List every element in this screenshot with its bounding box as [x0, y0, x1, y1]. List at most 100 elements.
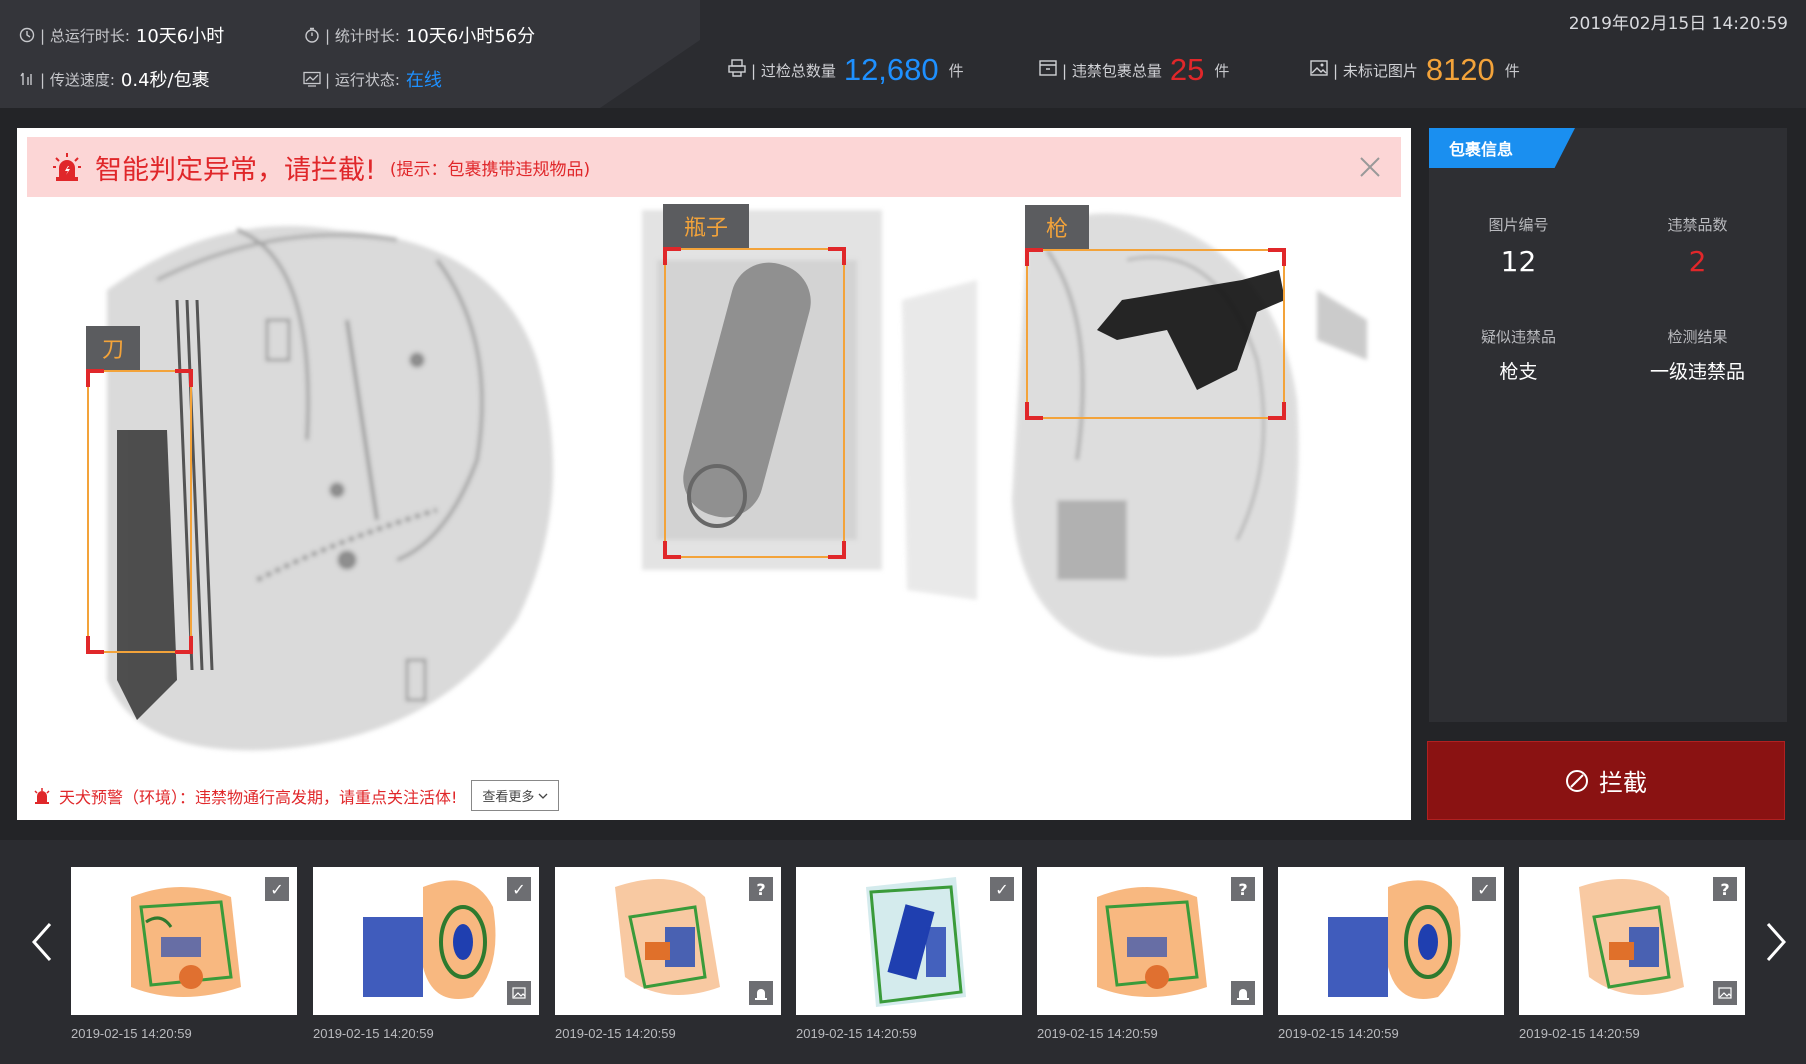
status-label: | 运行状态: [325, 70, 400, 89]
detection-box-gun[interactable] [1025, 248, 1286, 420]
xray-thumbnail [615, 879, 720, 995]
thumbnail-date: 2019-02-15 14:20:59 [1519, 1026, 1640, 1041]
thumbnail-7[interactable]: ? [1519, 867, 1745, 1015]
siren-icon [1231, 981, 1255, 1005]
contraband-count: 违禁品数 2 [1608, 214, 1787, 278]
environment-warning: 天犬预警（环境）：违禁物通行高发期，请重点关注活体! 查看更多 [33, 780, 560, 811]
package-info-panel: 包裹信息 图片编号 12 违禁品数 2 疑似违禁品 枪支 检测结果 一级违禁品 [1429, 128, 1787, 722]
chevron-down-icon [538, 793, 548, 799]
inspected-total: | 过检总数量 12,680 件 [727, 52, 964, 88]
check-icon: ✓ [507, 877, 531, 901]
siren-icon [53, 153, 81, 181]
thumbnail-5[interactable]: ? [1037, 867, 1263, 1015]
siren-icon [34, 787, 50, 804]
thumbnail-6[interactable]: ✓ [1278, 867, 1504, 1015]
detection-label-knife: 刀 [86, 326, 140, 370]
detection-box-bottle[interactable] [663, 247, 846, 559]
xray-viewer: 智能判定异常，请拦截! (提示：包裹携带违规物品) 刀 瓶子 枪 天犬预警（环境… [17, 128, 1411, 820]
total-runtime: | 总运行时长: 10天6小时 [18, 22, 224, 48]
speed-label: | 传送速度: [40, 70, 115, 89]
thumbnail-3[interactable]: ? [555, 867, 781, 1015]
panel-tab[interactable]: 包裹信息 [1429, 128, 1575, 168]
unmarked-total: | 未标记图片 8120 件 [1309, 52, 1520, 88]
xray-thumbnail [866, 877, 966, 1007]
detection-result-label: 检测结果 [1667, 328, 1728, 346]
package-icon [1038, 58, 1058, 82]
siren-icon [749, 981, 773, 1005]
thumbnail-1[interactable]: ✓ [71, 867, 297, 1015]
contraband-count-label: 违禁品数 [1667, 216, 1728, 234]
warning-text: 天犬预警（环境）：违禁物通行高发期，请重点关注活体! [59, 787, 458, 807]
xray-thumbnail [1097, 887, 1207, 997]
clock-icon [18, 26, 36, 44]
thumbnail-2[interactable]: ✓ [313, 867, 539, 1015]
thumbnail-date: 2019-02-15 14:20:59 [555, 1026, 676, 1041]
view-more-label: 查看更多 [482, 790, 535, 805]
stat-duration: | 统计时长: 10天6小时56分 [303, 22, 535, 48]
view-more-button[interactable]: 查看更多 [471, 780, 560, 811]
inspected-unit: 件 [948, 61, 964, 80]
current-datetime: 2019年02月15日 14:20:59 [1568, 14, 1788, 34]
question-icon: ? [749, 877, 773, 901]
contraband-total: | 违禁包裹总量 25 件 [1038, 52, 1229, 88]
contraband-value: 25 [1169, 52, 1205, 87]
contraband-count-value: 2 [1688, 245, 1707, 278]
suspected-item: 疑似违禁品 枪支 [1429, 326, 1608, 384]
contraband-unit: 件 [1214, 61, 1230, 80]
check-icon: ✓ [1472, 877, 1496, 901]
total-runtime-label: | 总运行时长: [40, 26, 130, 45]
detection-result-value: 一级违禁品 [1649, 361, 1745, 383]
xray-thumbnail [131, 887, 241, 997]
image-number-label: 图片编号 [1488, 216, 1549, 234]
thumbnail-date: 2019-02-15 14:20:59 [796, 1026, 917, 1041]
xray-thumbnail [363, 880, 496, 999]
image-icon [1309, 58, 1329, 82]
thumbnail-4[interactable]: ✓ [796, 867, 1022, 1015]
stat-duration-label: | 统计时长: [325, 26, 400, 45]
thumbnail-date: 2019-02-15 14:20:59 [1278, 1026, 1399, 1041]
next-arrow-icon[interactable] [1760, 920, 1790, 964]
speed-value: 0.4秒/包裹 [120, 70, 210, 91]
top-bar: | 总运行时长: 10天6小时 | 统计时长: 10天6小时56分 | 传送速度… [0, 0, 1806, 108]
stopwatch-icon [303, 26, 321, 44]
close-icon[interactable] [1355, 152, 1385, 182]
conveyor-speed: | 传送速度: 0.4秒/包裹 [18, 66, 210, 92]
security-dashboard: | 总运行时长: 10天6小时 | 统计时长: 10天6小时56分 | 传送速度… [0, 0, 1806, 1064]
thumbnail-date: 2019-02-15 14:20:59 [1037, 1026, 1158, 1041]
xray-thumbnail [1328, 880, 1461, 999]
scanner-icon [727, 58, 747, 82]
contraband-label: | 违禁包裹总量 [1062, 61, 1162, 80]
xray-thumbnail [1579, 879, 1684, 995]
intercept-button[interactable]: 拦截 [1427, 741, 1785, 820]
inspected-value: 12,680 [843, 52, 939, 87]
alert-hint: (提示：包裹携带违规物品) [389, 159, 591, 180]
alert-message: 智能判定异常，请拦截! [95, 154, 376, 186]
intercept-label: 拦截 [1599, 769, 1647, 797]
thumbnail-date: 2019-02-15 14:20:59 [313, 1026, 434, 1041]
speed-icon [18, 70, 36, 88]
detection-result: 检测结果 一级违禁品 [1608, 326, 1787, 384]
suspected-item-value: 枪支 [1499, 361, 1538, 383]
prev-arrow-icon[interactable] [28, 920, 58, 964]
monitor-icon [303, 70, 321, 88]
run-status: | 运行状态: 在线 [303, 66, 442, 92]
alert-banner: 智能判定异常，请拦截! (提示：包裹携带违规物品) [27, 137, 1401, 197]
stat-duration-value: 10天6小时56分 [405, 26, 536, 47]
unmarked-unit: 件 [1504, 61, 1520, 80]
suspected-item-label: 疑似违禁品 [1480, 328, 1556, 346]
image-icon [507, 981, 531, 1005]
block-icon [1566, 769, 1588, 792]
thumbnail-date: 2019-02-15 14:20:59 [71, 1026, 192, 1041]
detection-label-bottle: 瓶子 [663, 204, 749, 248]
question-icon: ? [1713, 877, 1737, 901]
unmarked-label: | 未标记图片 [1333, 61, 1418, 80]
image-icon [1713, 981, 1737, 1005]
status-value: 在线 [405, 70, 442, 91]
image-number-value: 12 [1500, 245, 1537, 278]
check-icon: ✓ [990, 877, 1014, 901]
detection-label-gun: 枪 [1025, 205, 1089, 249]
detection-box-knife[interactable] [86, 369, 193, 654]
unmarked-value: 8120 [1425, 52, 1495, 87]
inspected-label: | 过检总数量 [751, 61, 836, 80]
question-icon: ? [1231, 877, 1255, 901]
